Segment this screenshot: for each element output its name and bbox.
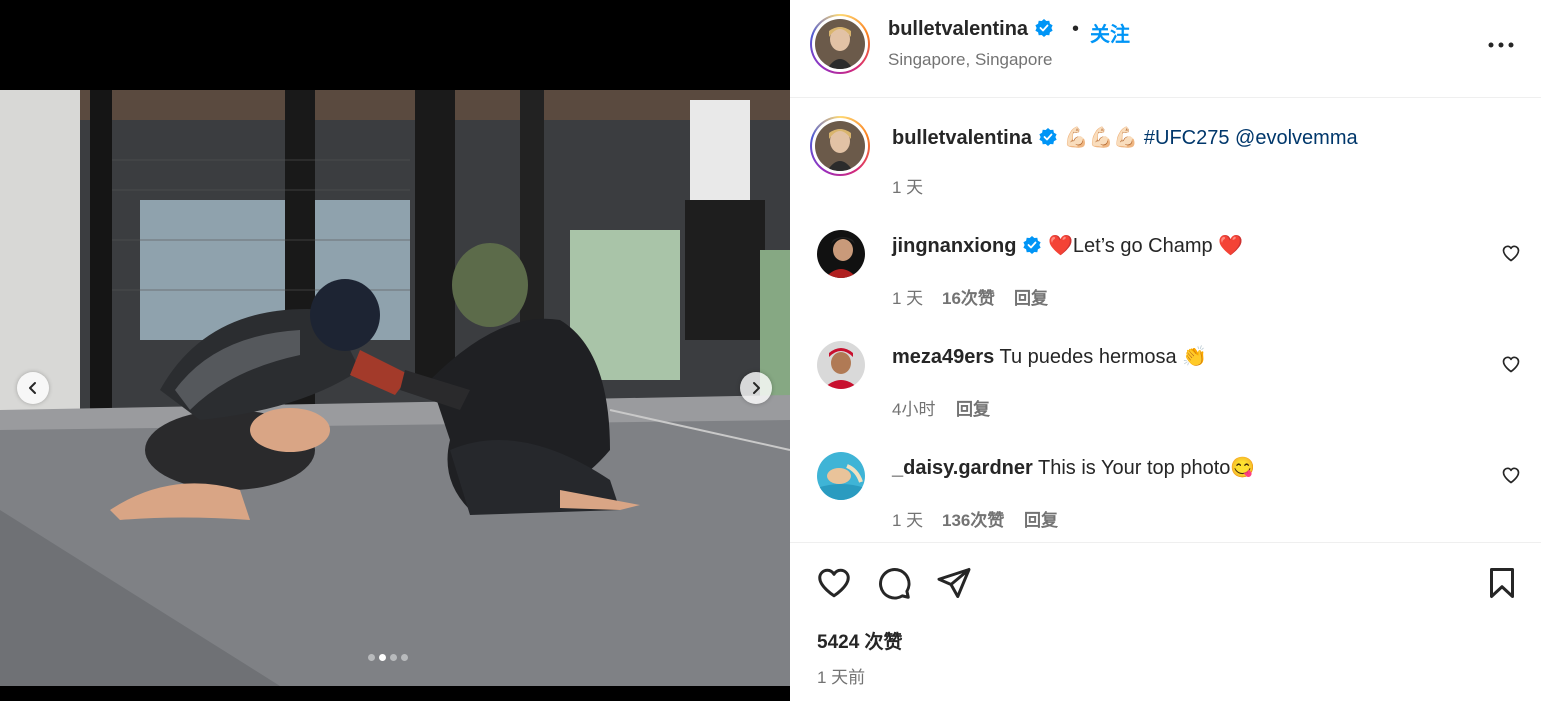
- comment-like-heart-icon[interactable]: [1501, 354, 1521, 374]
- comment-text: jingnanxiong ❤️Let’s go Champ ❤️: [892, 233, 1243, 258]
- verified-badge-icon: [1023, 236, 1042, 254]
- comment-username[interactable]: jingnanxiong: [892, 235, 1016, 257]
- verified-badge-icon: [1039, 128, 1057, 146]
- avatar-image: [817, 341, 865, 389]
- comment-likes[interactable]: 16次赞: [942, 284, 995, 309]
- comment-reply-button[interactable]: 回复: [1014, 284, 1048, 309]
- avatar-image: [817, 452, 865, 500]
- caption-username[interactable]: bulletvalentina: [892, 127, 1032, 149]
- avatar-image: [815, 121, 865, 171]
- post-media-pane: [0, 0, 790, 701]
- follow-button[interactable]: 关注: [1090, 18, 1130, 47]
- comment-time[interactable]: 1 天: [892, 506, 923, 531]
- caption-text: bulletvalentina 💪🏻💪🏻💪🏻 #UFC275 @evolvemm…: [892, 125, 1358, 150]
- post-location[interactable]: Singapore, Singapore: [888, 50, 1052, 70]
- post-actions-bar: 5424 次赞 1 天前: [790, 542, 1541, 702]
- training-photo-illustration: [0, 90, 790, 686]
- caption-author-avatar[interactable]: [810, 116, 870, 176]
- comment-like-heart-icon[interactable]: [1501, 465, 1521, 485]
- comment-reply-button[interactable]: 回复: [956, 395, 990, 420]
- comment-time[interactable]: 1 天: [892, 284, 923, 309]
- author-username[interactable]: bulletvalentina: [888, 18, 1054, 41]
- yum-emoji: 😋: [1230, 457, 1256, 479]
- comment-username[interactable]: meza49ers: [892, 346, 994, 368]
- caption-mention-link[interactable]: @evolvemma: [1235, 127, 1358, 149]
- comment-likes-count[interactable]: 16次赞: [942, 289, 995, 308]
- carousel-indicator: [368, 654, 408, 661]
- username-text[interactable]: bulletvalentina: [888, 18, 1028, 40]
- more-options-icon: [1488, 42, 1514, 48]
- carousel-dot: [401, 654, 408, 661]
- more-options-button[interactable]: [1486, 30, 1516, 60]
- share-direct-icon[interactable]: [936, 565, 972, 601]
- verified-badge-icon: [1035, 19, 1053, 37]
- caption-hashtag-link[interactable]: #UFC275: [1144, 127, 1230, 149]
- comment-likes-count[interactable]: 136次赞: [942, 511, 1004, 530]
- post-details-pane: bulletvalentina • 关注 Singapore, Singapor…: [790, 0, 1541, 701]
- comment-icon[interactable]: [876, 565, 912, 601]
- post-header: bulletvalentina • 关注 Singapore, Singapor…: [790, 0, 1541, 98]
- author-avatar[interactable]: [810, 14, 870, 74]
- like-heart-icon[interactable]: [816, 565, 852, 601]
- carousel-dot: [390, 654, 397, 661]
- avatar-image: [815, 19, 865, 69]
- comment-avatar[interactable]: [817, 230, 865, 278]
- comment-body: This is Your top photo: [1038, 457, 1231, 479]
- comment-time[interactable]: 4小时: [892, 395, 935, 420]
- comment-username[interactable]: _daisy.gardner: [892, 457, 1033, 479]
- heart-emoji: ❤️: [1048, 235, 1073, 257]
- comment-reply-button[interactable]: 回复: [1024, 506, 1058, 531]
- post-photo[interactable]: [0, 90, 790, 686]
- carousel-dot-active: [379, 654, 386, 661]
- post-likes-count[interactable]: 5424 次赞: [817, 627, 903, 654]
- heart-emoji: ❤️: [1218, 235, 1244, 257]
- caption-time[interactable]: 1 天: [892, 173, 923, 198]
- comment-avatar[interactable]: [817, 341, 865, 389]
- caption-emojis: 💪🏻💪🏻💪🏻: [1063, 127, 1139, 149]
- comment-body: Let’s go Champ: [1072, 235, 1219, 257]
- avatar-image: [817, 230, 865, 278]
- save-bookmark-icon[interactable]: [1484, 565, 1520, 601]
- separator-dot: •: [1072, 18, 1080, 40]
- comment-like-heart-icon[interactable]: [1501, 243, 1521, 263]
- comment-text: _daisy.gardner This is Your top photo😋: [892, 455, 1255, 480]
- carousel-previous-button[interactable]: [17, 372, 49, 404]
- comment-avatar[interactable]: [817, 452, 865, 500]
- comment-text: meza49ers Tu puedes hermosa 👏: [892, 344, 1207, 369]
- comment-body: Tu puedes hermosa: [999, 346, 1183, 368]
- post-time[interactable]: 1 天前: [817, 663, 865, 688]
- carousel-next-button[interactable]: [740, 372, 772, 404]
- comment-likes[interactable]: 136次赞: [942, 506, 1004, 531]
- chevron-left-icon: [29, 382, 36, 394]
- clap-emoji: 👏: [1182, 346, 1208, 368]
- chevron-right-icon: [753, 382, 760, 394]
- carousel-dot: [368, 654, 375, 661]
